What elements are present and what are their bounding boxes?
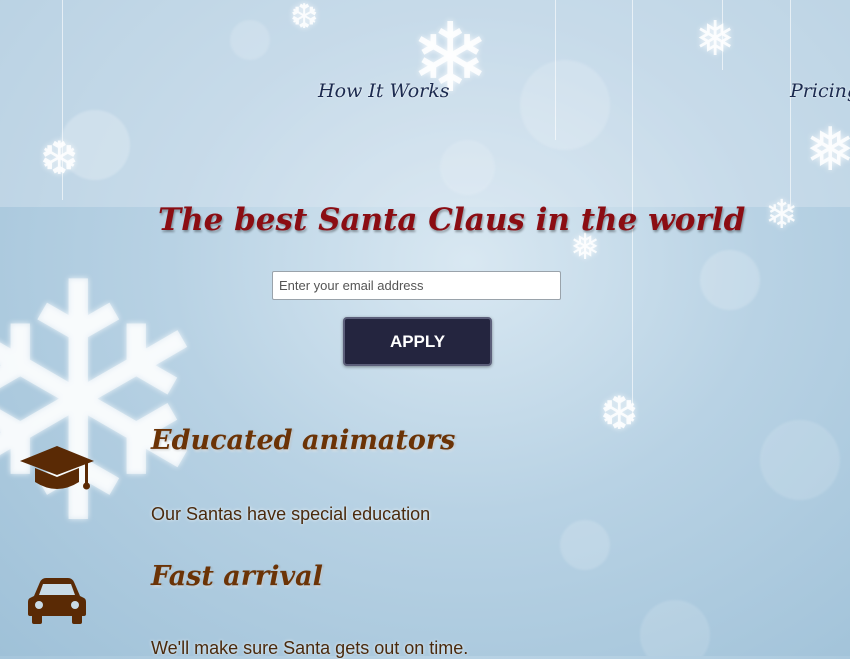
feature-text-educated: Our Santas have special education — [151, 504, 431, 524]
graduation-cap-icon — [18, 442, 96, 498]
nav-pricing[interactable]: Pricing — [790, 80, 850, 102]
nav-how-it-works[interactable]: How It Works — [318, 80, 450, 102]
car-icon — [26, 576, 88, 626]
page-title: The best Santa Claus in the world — [158, 202, 746, 238]
feature-title-educated: Educated animators — [151, 425, 456, 456]
apply-button[interactable]: APPLY — [343, 317, 492, 366]
feature-title-fast-arrival: Fast arrival — [151, 561, 323, 592]
email-field[interactable] — [272, 271, 561, 300]
